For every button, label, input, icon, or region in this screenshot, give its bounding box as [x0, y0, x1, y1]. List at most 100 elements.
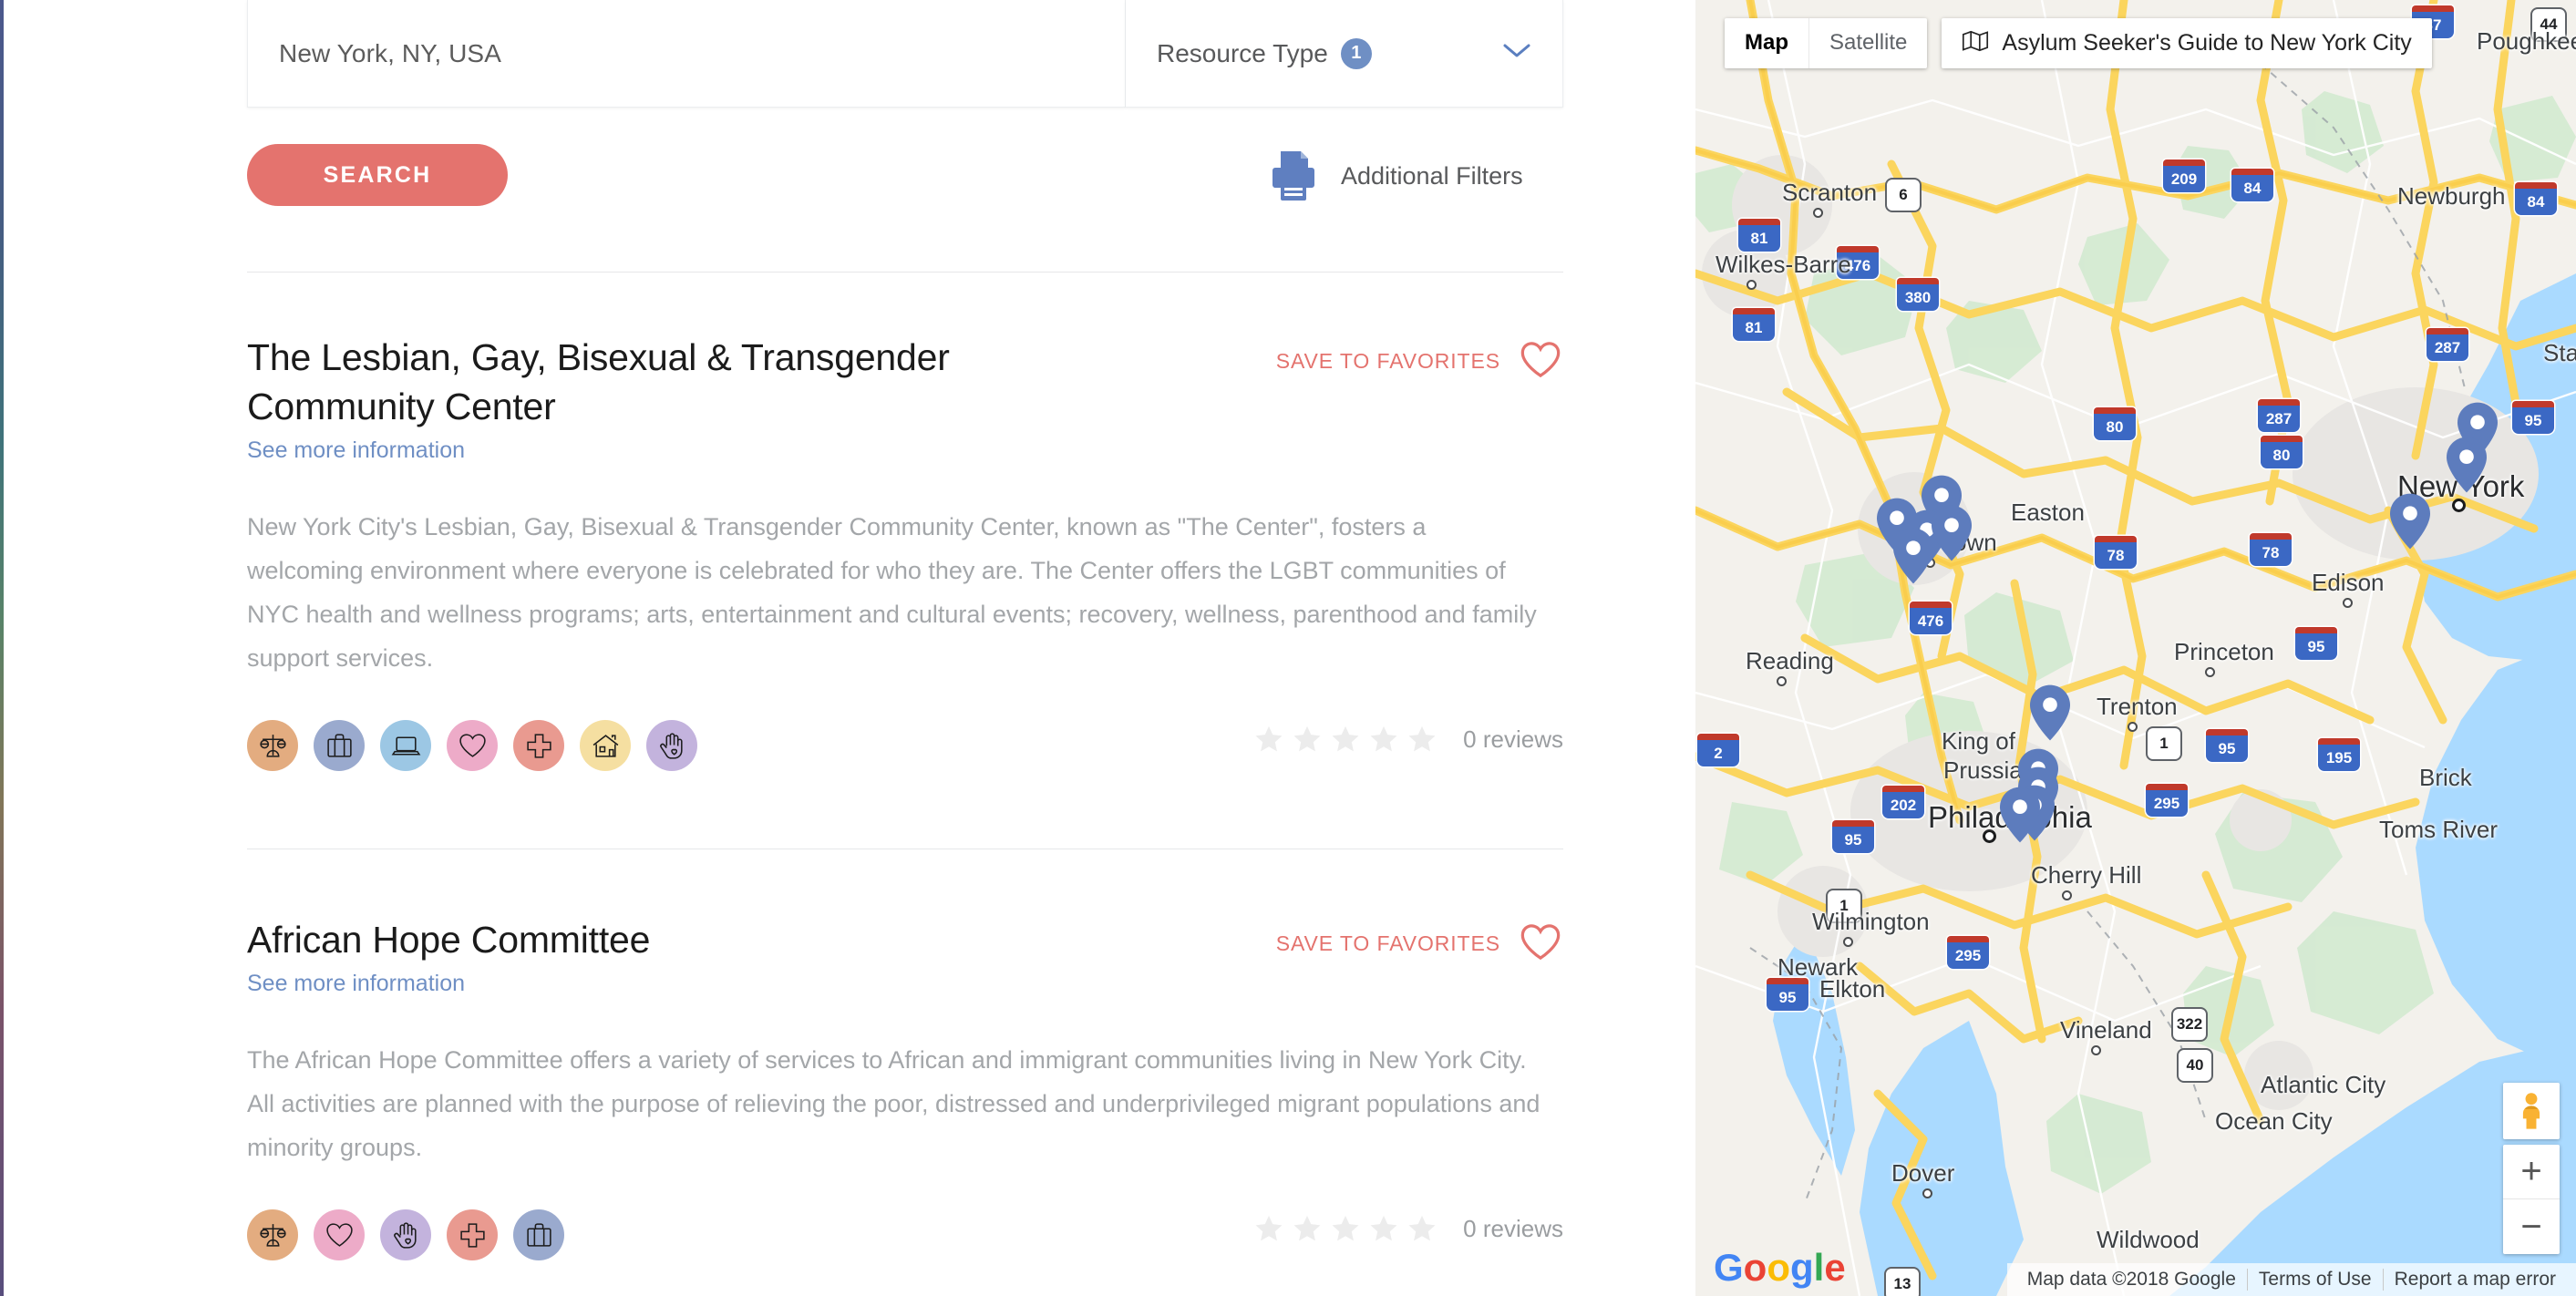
- listing-item: African Hope Committee See more informat…: [247, 915, 1563, 1264]
- map-city-dot: [2343, 598, 2353, 608]
- map-panel[interactable]: Map Satellite Asylum Seeker's Guide to N…: [1695, 0, 2576, 1296]
- save-to-favorites-button[interactable]: SAVE TO FAVORITES: [1276, 340, 1562, 383]
- listing-see-more-link[interactable]: See more information: [247, 971, 465, 997]
- map-city-label: Edison: [2312, 569, 2385, 596]
- map-city-label: Toms River: [2379, 816, 2499, 843]
- map-city-dot: [1922, 1188, 1932, 1198]
- star-rating[interactable]: [1253, 724, 1437, 755]
- highway-shield-1: 1: [2146, 726, 2182, 761]
- resource-type-dropdown[interactable]: Resource Type 1: [1126, 0, 1563, 108]
- report-map-error-link[interactable]: Report a map error: [2382, 1269, 2567, 1291]
- map-city-label: Dover: [1891, 1159, 1955, 1187]
- search-button[interactable]: SEARCH: [247, 144, 508, 206]
- map-city-dot: [2128, 722, 2138, 732]
- map-city-dot: [2205, 667, 2215, 677]
- star-icon: [1370, 726, 1397, 752]
- star-rating[interactable]: [1253, 1213, 1437, 1244]
- map-type-map[interactable]: Map: [1725, 18, 1808, 68]
- star-icon: [1370, 1216, 1397, 1241]
- map-city-label: Scranton: [1782, 179, 1878, 206]
- highway-shield-84: 84: [2231, 169, 2273, 201]
- medical-cross-icon: [513, 720, 564, 772]
- map-city-dot: [2091, 1045, 2101, 1055]
- asylum-guide-button[interactable]: Asylum Seeker's Guide to New York City: [1942, 18, 2432, 68]
- helping-hand-icon: [646, 720, 697, 772]
- street-view-pegman-icon[interactable]: [2503, 1083, 2560, 1139]
- highway-shield-78: 78: [2250, 533, 2292, 566]
- legal-scales-icon: [247, 720, 298, 772]
- additional-filters-label: Additional Filters: [1341, 161, 1523, 190]
- map-city-label: Wilmington: [1812, 908, 1930, 935]
- map-zoom-controls[interactable]: + −: [2503, 1145, 2560, 1254]
- map-marker-pin[interactable]: [1891, 527, 1935, 584]
- map-city-label: Princeton: [2174, 638, 2274, 665]
- map-city-label: Easton: [2011, 499, 2085, 526]
- map-city-label: Prussia: [1943, 756, 2023, 784]
- briefcase-icon: [314, 720, 365, 772]
- map-marker-pin[interactable]: [2388, 492, 2432, 550]
- map-city-label: Cherry Hill: [2031, 861, 2142, 889]
- map-marker-pin[interactable]: [1998, 786, 2042, 843]
- highway-shield-209: 209: [2163, 159, 2205, 192]
- highway-shield-95: 95: [1767, 978, 1808, 1011]
- highway-shield-95: 95: [2206, 729, 2248, 762]
- map-city-label: King of: [1942, 727, 2015, 755]
- highway-shield-322: 322: [2171, 1007, 2208, 1042]
- terms-of-use-link[interactable]: Terms of Use: [2246, 1269, 2383, 1291]
- star-icon: [1332, 1216, 1359, 1241]
- app-root: New York, NY, USA Resource Type 1 SEARCH: [0, 0, 2576, 1296]
- zoom-out-button[interactable]: −: [2503, 1199, 2560, 1254]
- star-icon: [1408, 1216, 1436, 1241]
- save-to-favorites-label: SAVE TO FAVORITES: [1275, 349, 1500, 373]
- listing-rating: 0 reviews: [1253, 1213, 1563, 1244]
- highway-shield-84: 84: [2515, 182, 2557, 215]
- star-icon: [1255, 726, 1283, 752]
- highway-shield-476: 476: [1910, 602, 1952, 634]
- highway-shield-80: 80: [2261, 436, 2303, 468]
- listing-title[interactable]: African Hope Committee: [247, 915, 994, 964]
- map-type-satellite[interactable]: Satellite: [1808, 18, 1927, 68]
- map-city-label: Reading: [1746, 647, 1834, 674]
- highway-shield-78: 78: [2095, 536, 2137, 569]
- map-city-label: Ocean City: [2215, 1107, 2333, 1135]
- medical-cross-icon: [447, 1209, 498, 1261]
- star-icon: [1293, 1216, 1321, 1241]
- google-logo: Google: [1714, 1246, 1846, 1290]
- resource-type-count-badge: 1: [1340, 37, 1372, 69]
- highway-shield-380: 380: [1897, 278, 1939, 311]
- chevron-down-icon: [1502, 42, 1531, 65]
- location-input-value: New York, NY, USA: [279, 38, 501, 67]
- map-type-toggle[interactable]: Map Satellite: [1725, 18, 1928, 68]
- divider-top: [247, 272, 1563, 273]
- map-city-label: Newburgh: [2397, 182, 2506, 210]
- heart-icon: [447, 720, 498, 772]
- map-marker-pin[interactable]: [1930, 504, 1973, 561]
- map-marker-pin[interactable]: [2445, 436, 2488, 493]
- highway-shield-295: 295: [1947, 936, 1989, 969]
- star-icon: [1255, 1216, 1283, 1241]
- star-icon: [1293, 726, 1321, 752]
- printer-icon[interactable]: [1268, 148, 1319, 204]
- highway-shield-95: 95: [2512, 401, 2554, 434]
- map-city-dot: [1747, 280, 1757, 290]
- highway-shield-195: 195: [2318, 738, 2360, 771]
- map-marker-pin[interactable]: [2028, 684, 2072, 741]
- map-top-controls: Map Satellite Asylum Seeker's Guide to N…: [1725, 18, 2432, 68]
- highway-shield-40: 40: [2177, 1048, 2213, 1083]
- save-to-favorites-button[interactable]: SAVE TO FAVORITES: [1276, 922, 1562, 965]
- listing-title[interactable]: The Lesbian, Gay, Bisexual & Transgender…: [247, 333, 994, 431]
- results-panel-inner: New York, NY, USA Resource Type 1 SEARCH: [0, 0, 1695, 1296]
- review-count: 0 reviews: [1463, 725, 1563, 753]
- highway-shield-80: 80: [2094, 407, 2136, 440]
- highway-shield-287: 287: [2258, 399, 2300, 432]
- listing-see-more-link[interactable]: See more information: [247, 437, 465, 464]
- highway-shield-202: 202: [1882, 786, 1924, 818]
- map-city-dot: [1777, 676, 1787, 686]
- location-input[interactable]: New York, NY, USA: [247, 0, 1126, 108]
- highway-shield-287: 287: [2427, 328, 2468, 361]
- listing-description: New York City's Lesbian, Gay, Bisexual &…: [247, 513, 1537, 673]
- additional-filters-dropdown[interactable]: Additional Filters: [1341, 155, 1695, 197]
- save-to-favorites-label: SAVE TO FAVORITES: [1275, 931, 1500, 955]
- map-attribution: Map data ©2018 Google Terms of Use Repor…: [2006, 1263, 2576, 1296]
- zoom-in-button[interactable]: +: [2503, 1145, 2560, 1199]
